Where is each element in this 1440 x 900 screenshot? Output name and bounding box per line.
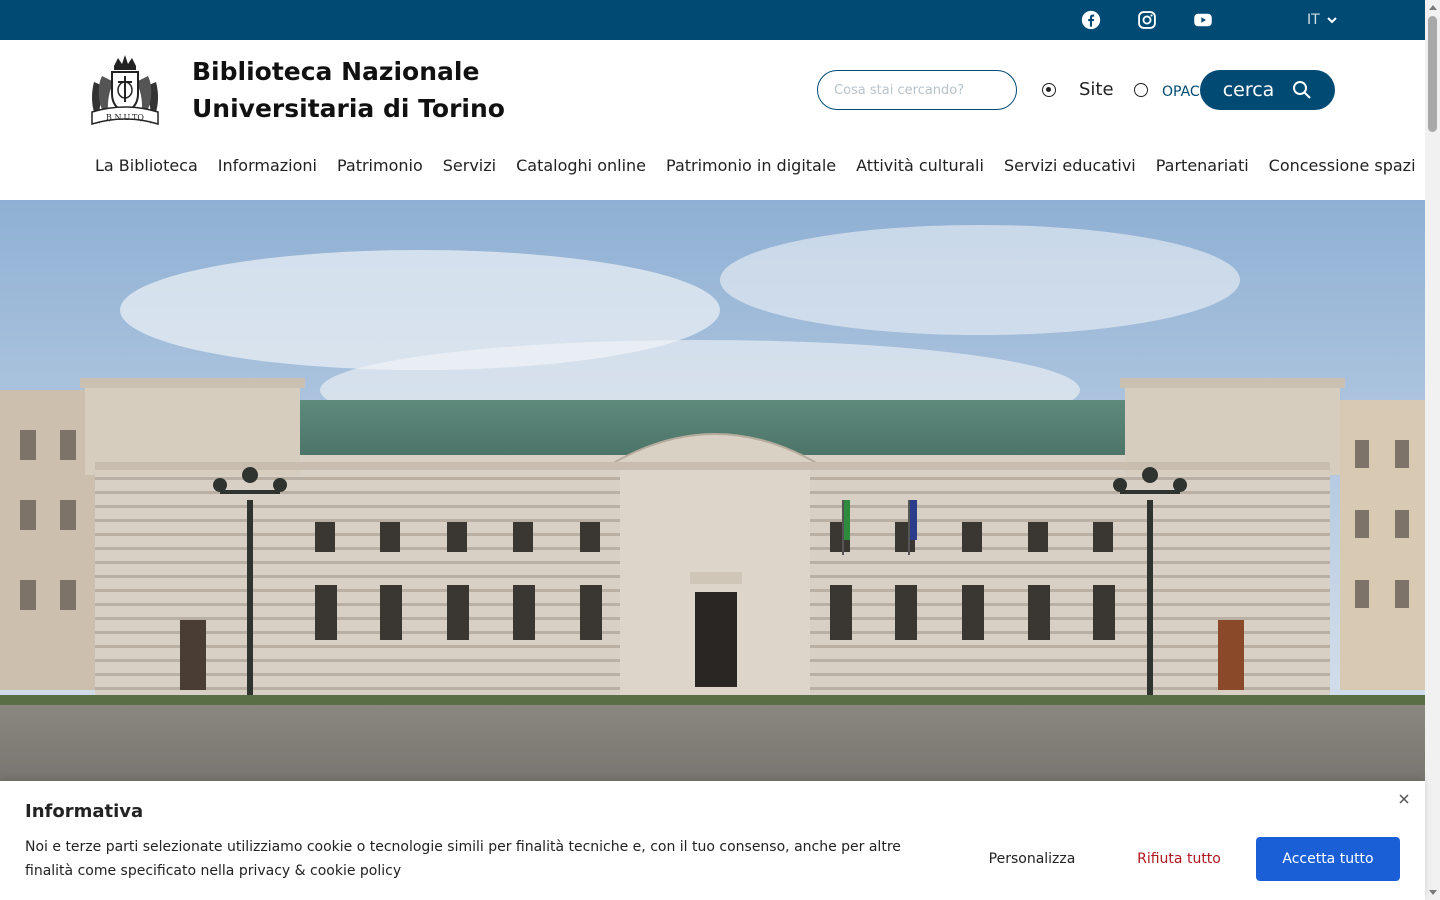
nav-item-cataloghi-online[interactable]: Cataloghi online [506, 154, 656, 178]
scroll-up-arrow-icon[interactable] [1429, 5, 1437, 10]
cookie-text-body: Noi e terze parti selezionate utilizziam… [25, 839, 901, 879]
site-title-line1: Biblioteca Nazionale [192, 57, 480, 86]
search-scope-site-radio[interactable] [1042, 83, 1056, 97]
language-label: IT [1307, 12, 1320, 28]
scroll-down-arrow-icon[interactable] [1429, 890, 1437, 895]
nav-item-servizi-educativi[interactable]: Servizi educativi [994, 154, 1146, 178]
top-bar: IT [0, 0, 1425, 40]
nav-item-partenariati[interactable]: Partenariati [1146, 154, 1259, 178]
scroll-thumb[interactable] [1428, 16, 1437, 132]
nav-item-servizi[interactable]: Servizi [433, 154, 506, 178]
accept-all-button[interactable]: Accetta tutto [1256, 837, 1400, 881]
search-scope-site-label[interactable]: Site [1079, 79, 1114, 101]
search-button[interactable]: cerca [1200, 70, 1335, 110]
language-selector[interactable]: IT [1307, 10, 1338, 30]
cookie-title: Informativa [25, 801, 144, 822]
nav-item-patrimonio-in-digitale[interactable]: Patrimonio in digitale [656, 154, 846, 178]
logo-text: B.N.U.TO [106, 113, 144, 122]
nav-item-attivita-culturali[interactable]: Attività culturali [846, 154, 994, 178]
search-button-label: cerca [1222, 79, 1275, 101]
search-icon [1293, 81, 1312, 99]
site-header: B.N.U.TO Biblioteca Nazionale Universita… [0, 40, 1425, 200]
reject-all-button[interactable]: Rifiuta tutto [1116, 837, 1242, 881]
nav-item-patrimonio[interactable]: Patrimonio [327, 154, 433, 178]
page-scrollbar[interactable] [1425, 0, 1440, 900]
site-title-line2: Universitaria di Torino [192, 94, 505, 123]
facebook-icon[interactable] [1080, 9, 1102, 31]
search-scope-opac-label[interactable]: OPAC [1162, 81, 1200, 103]
library-logo[interactable]: B.N.U.TO [88, 52, 162, 130]
nav-item-concessione-spazi[interactable]: Concessione spazi [1259, 154, 1426, 178]
search-scope-opac-radio[interactable] [1134, 83, 1148, 97]
search-input[interactable] [817, 70, 1017, 110]
close-icon[interactable] [1397, 791, 1411, 805]
nav-item-la-biblioteca[interactable]: La Biblioteca [85, 154, 208, 178]
chevron-down-icon [1326, 17, 1337, 24]
youtube-icon[interactable] [1192, 9, 1214, 31]
main-nav: La Biblioteca Informazioni Patrimonio Se… [85, 154, 1426, 178]
site-title[interactable]: Biblioteca Nazionale Universitaria di To… [192, 53, 505, 127]
cookie-text: Noi e terze parti selezionate utilizziam… [25, 835, 935, 883]
instagram-icon[interactable] [1136, 9, 1158, 31]
customize-button[interactable]: Personalizza [968, 837, 1096, 881]
nav-item-informazioni[interactable]: Informazioni [208, 154, 327, 178]
privacy-policy-link[interactable]: privacy & cookie policy [239, 863, 401, 879]
cookie-banner: Informativa Noi e terze parti selezionat… [0, 781, 1425, 900]
